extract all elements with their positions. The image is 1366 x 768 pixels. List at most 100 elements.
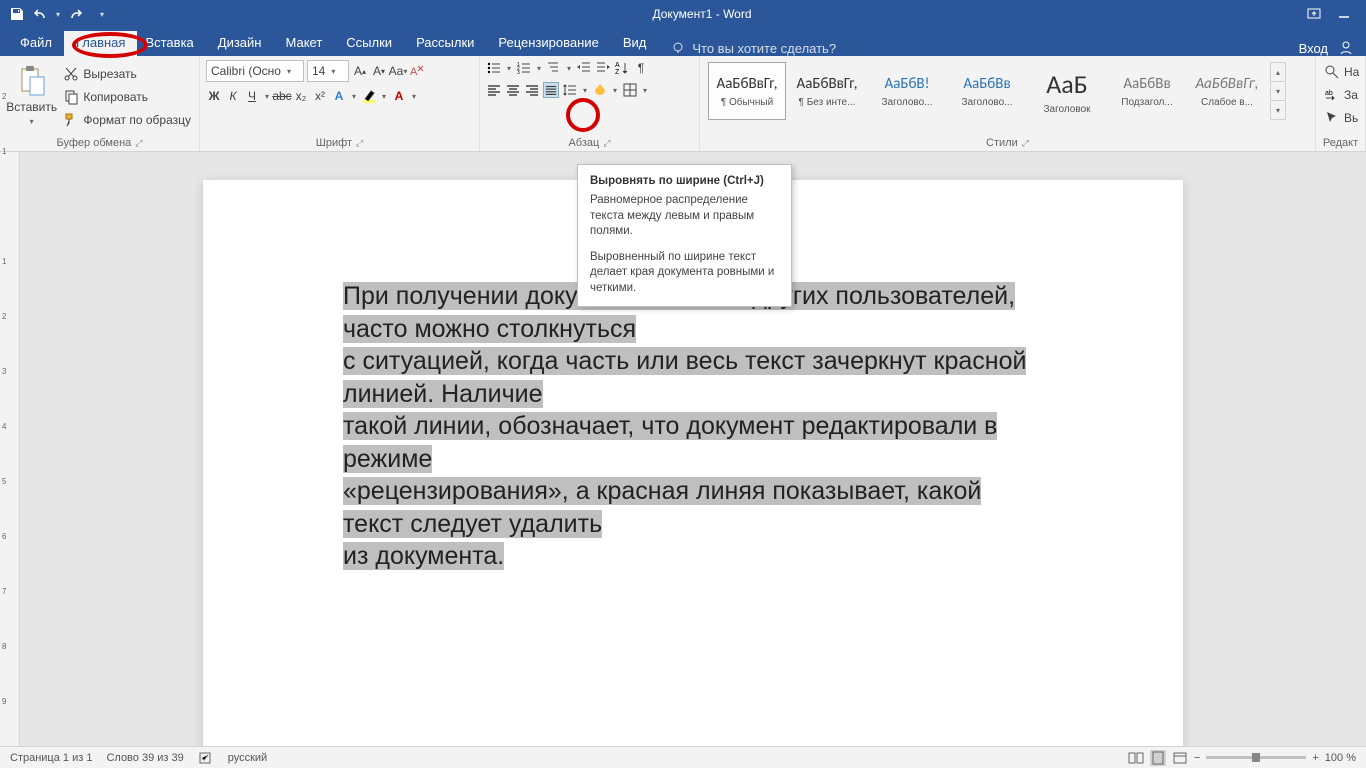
qa-customize-icon[interactable]: ▾ [100,10,104,19]
italic-button[interactable]: К [225,88,241,104]
subscript-button[interactable]: x₂ [293,88,309,104]
pilcrow-icon[interactable]: ¶ [633,60,649,76]
redo-icon[interactable] [66,5,84,23]
style-subtle-emphasis[interactable]: АаБбВвГг,Слабое в... [1188,62,1266,120]
web-layout-icon[interactable] [1172,750,1188,766]
vertical-ruler[interactable]: 21123456789 [0,152,20,746]
copy-button[interactable]: Копировать [61,87,193,107]
paste-button[interactable]: Вставить ▾ [6,60,57,130]
indent-icon[interactable] [595,60,611,76]
underline-button[interactable]: Ч [244,88,260,104]
tab-view[interactable]: Вид [611,31,659,56]
zoom-in-icon[interactable]: + [1312,752,1318,764]
clipboard-launcher-icon[interactable]: ⤢ [135,138,142,149]
spellcheck-icon[interactable] [198,750,214,766]
replace-icon: ab [1324,87,1340,103]
status-word-count[interactable]: Слово 39 из 39 [106,752,183,764]
group-font: Calibri (Осно▾ 14▾ A▴ A▾ Aa▾ A Ж К Ч▾ ab… [200,56,480,151]
tab-file[interactable]: Файл [8,31,64,56]
font-launcher-icon[interactable]: ⤢ [356,138,363,149]
selected-text-block[interactable]: При получении документа Word от других п… [343,280,1043,573]
replace-button[interactable]: abЗа [1322,85,1360,105]
save-icon[interactable] [8,5,26,23]
align-left-icon[interactable] [486,82,502,98]
line-spacing-icon[interactable] [562,82,578,98]
style-no-spacing[interactable]: АаБбВвГг,¶ Без инте... [788,62,866,120]
outdent-icon[interactable] [576,60,592,76]
multilevel-icon[interactable] [546,60,562,76]
style-subtitle[interactable]: АаБбВвПодзагол... [1108,62,1186,120]
status-language[interactable]: русский [228,752,267,764]
tab-layout[interactable]: Макет [273,31,334,56]
tab-mailings[interactable]: Рассылки [404,31,486,56]
signin-link[interactable]: Вход [1299,41,1328,56]
superscript-button[interactable]: x² [312,88,328,104]
account-icon[interactable] [1338,40,1354,56]
tell-me-label: Что вы хотите сделать? [692,41,836,56]
tooltip-p1: Равномерное распределение текста между л… [590,193,779,240]
find-button[interactable]: На [1322,62,1361,82]
grow-font-icon[interactable]: A▴ [352,63,368,79]
undo-dropdown-icon[interactable]: ▾ [56,10,60,19]
style-heading1[interactable]: АаБбВ!Заголово... [868,62,946,120]
print-layout-icon[interactable] [1150,750,1166,766]
tell-me-search[interactable]: Что вы хотите сделать? [658,40,848,56]
tab-review[interactable]: Рецензирование [486,31,610,56]
tab-design[interactable]: Дизайн [206,31,274,56]
tab-home[interactable]: Главная [64,31,137,56]
align-center-icon[interactable] [505,82,521,98]
tooltip-title: Выровнять по ширине (Ctrl+J) [590,175,779,187]
text-effects-icon[interactable]: A [331,88,347,104]
undo-icon[interactable] [32,5,50,23]
gallery-down-icon[interactable]: ▾ [1271,82,1285,101]
status-bar: Страница 1 из 1 Слово 39 из 39 русский −… [0,746,1366,768]
para-launcher-icon[interactable]: ⤢ [603,138,610,149]
shrink-font-icon[interactable]: A▾ [371,63,387,79]
zoom-value[interactable]: 100 % [1325,752,1356,764]
bullets-icon[interactable] [486,60,502,76]
numbering-icon[interactable]: 123 [516,60,532,76]
font-size-combo[interactable]: 14▾ [307,60,349,82]
ribbon-display-icon[interactable] [1306,6,1322,22]
group-clipboard: Вставить ▾ Вырезать Копировать Формат по… [0,56,200,151]
style-normal[interactable]: АаБбВвГг,¶ Обычный [708,62,786,120]
tab-insert[interactable]: Вставка [133,31,205,56]
change-case-icon[interactable]: Aa▾ [390,63,406,79]
shading-icon[interactable] [592,82,608,98]
status-page[interactable]: Страница 1 из 1 [10,752,92,764]
font-name-combo[interactable]: Calibri (Осно▾ [206,60,304,82]
quick-access-toolbar: ▾ ▾ [0,5,112,23]
style-title[interactable]: АаБЗаголовок [1028,62,1106,120]
paste-label: Вставить [6,100,57,114]
minimize-icon[interactable] [1336,6,1352,22]
font-color-icon[interactable]: A [391,88,407,104]
sort-icon[interactable]: AZ [614,60,630,76]
paste-dropdown-icon[interactable]: ▾ [28,117,36,126]
strike-button[interactable]: abc [274,88,290,104]
group-paragraph: ▾ 123▾ ▾ AZ ¶ ▾ ▾ ▾ Абзац⤢ [480,56,700,151]
svg-text:A: A [410,66,418,78]
highlight-icon[interactable] [361,88,377,104]
format-painter-button[interactable]: Формат по образцу [61,110,193,130]
select-button[interactable]: Вь [1322,108,1360,128]
cut-button[interactable]: Вырезать [61,64,193,84]
para-group-label: Абзац [568,137,599,149]
read-mode-icon[interactable] [1128,750,1144,766]
tab-references[interactable]: Ссылки [334,31,404,56]
styles-group-label: Стили [986,137,1018,149]
gallery-up-icon[interactable]: ▴ [1271,63,1285,82]
justify-icon[interactable] [543,82,559,98]
font-group-label: Шрифт [316,137,352,149]
svg-text:ab: ab [1325,90,1333,97]
group-styles: АаБбВвГг,¶ Обычный АаБбВвГг,¶ Без инте..… [700,56,1316,151]
styles-launcher-icon[interactable]: ⤢ [1022,138,1029,149]
gallery-expand-icon[interactable]: ▾ [1271,101,1285,119]
style-heading2[interactable]: АаБбВвЗаголово... [948,62,1026,120]
align-right-icon[interactable] [524,82,540,98]
zoom-out-icon[interactable]: − [1194,752,1200,764]
bold-button[interactable]: Ж [206,88,222,104]
borders-icon[interactable] [622,82,638,98]
clear-format-icon[interactable]: A [409,63,425,79]
group-editing: На abЗа Вь Редакт [1316,56,1366,151]
zoom-slider[interactable] [1206,756,1306,759]
